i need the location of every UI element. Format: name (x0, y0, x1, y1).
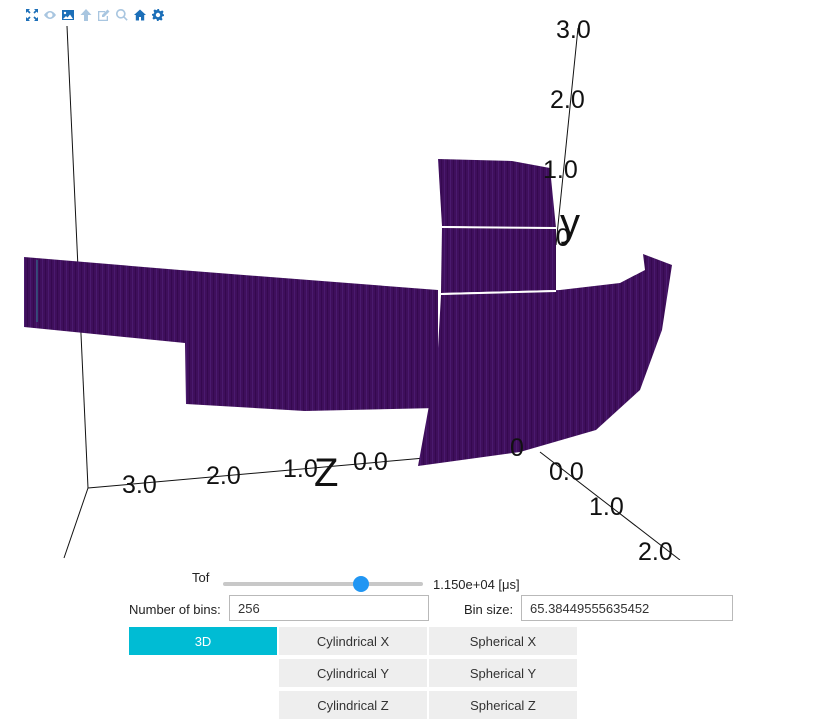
3d-view-button[interactable]: 3D (129, 627, 277, 655)
detector-gap (441, 226, 557, 229)
detector-panel-top (438, 159, 556, 228)
image-icon[interactable] (60, 7, 76, 23)
bin-size-label: Bin size: (464, 602, 514, 617)
z-tick-label: 2.0 (206, 462, 241, 490)
instrument-3d-scene[interactable]: 3.0 2.0 1.0 0 y 3.0 2.0 1.0 0.0 Z 0.0 1.… (0, 0, 822, 560)
number-of-bins-label: Number of bins: (129, 602, 221, 617)
spherical-z-button[interactable]: Spherical Z (429, 691, 577, 719)
y-axis-name: y (560, 201, 580, 245)
z-tick-label: 0.0 (353, 448, 388, 476)
arrow-up-icon[interactable] (78, 7, 94, 23)
gear-icon[interactable] (150, 7, 166, 23)
spherical-y-button[interactable]: Spherical Y (429, 659, 577, 687)
number-of-bins-input[interactable] (229, 595, 429, 621)
x-tick-label: 0.0 (549, 458, 584, 486)
tof-slider-row: Tof 1.150e+04 [μs] (0, 568, 822, 592)
tof-value: 1.150e+04 [μs] (433, 577, 520, 592)
edit-icon[interactable] (96, 7, 112, 23)
z-axis-name: Z (314, 451, 338, 495)
y-tick-label: 2.0 (550, 86, 585, 114)
cylindrical-y-button[interactable]: Cylindrical Y (279, 659, 427, 687)
tof-slider-handle[interactable] (353, 576, 369, 592)
y-tick-label: 3.0 (556, 16, 591, 44)
controls-panel: Tof 1.150e+04 [μs] Number of bins: Bin s… (0, 560, 822, 725)
eye-icon[interactable] (42, 7, 58, 23)
3d-viewport[interactable]: 3.0 2.0 1.0 0 y 3.0 2.0 1.0 0.0 Z 0.0 1.… (0, 0, 822, 560)
vertical-axis-line (66, 25, 89, 489)
detector-panel-left (24, 257, 438, 411)
x-tick-label: 1.0 (589, 493, 624, 521)
zoom-icon[interactable] (114, 7, 130, 23)
bins-row: Number of bins: Bin size: (0, 595, 822, 623)
home-icon[interactable] (132, 7, 148, 23)
y-tick-label: 1.0 (543, 156, 578, 184)
tof-label: Tof (192, 570, 210, 585)
lower-axis-line (63, 487, 89, 559)
spherical-x-button[interactable]: Spherical X (429, 627, 577, 655)
z-tick-label: 1.0 (283, 455, 318, 483)
x-tick-label: 0 (510, 434, 524, 462)
z-tick-label: 3.0 (122, 471, 157, 499)
expand-icon[interactable] (24, 7, 40, 23)
bin-size-input[interactable] (521, 595, 733, 621)
cylindrical-x-button[interactable]: Cylindrical X (279, 627, 427, 655)
scene-toolbar (24, 6, 166, 24)
cylindrical-z-button[interactable]: Cylindrical Z (279, 691, 427, 719)
detector-panel-middle (441, 227, 556, 293)
x-tick-label: 2.0 (638, 538, 673, 560)
tof-slider[interactable] (223, 582, 423, 586)
